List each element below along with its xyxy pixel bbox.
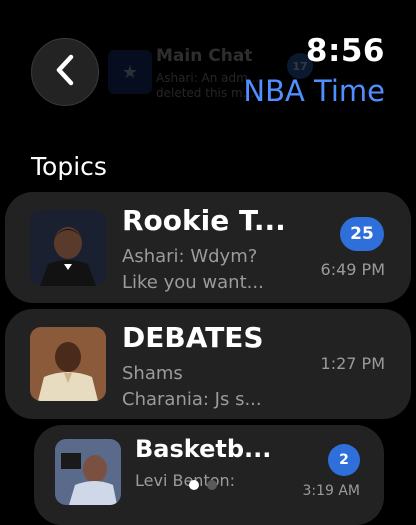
chat-avatar xyxy=(30,210,106,286)
back-button[interactable] xyxy=(31,38,99,106)
chat-preview-line1: Levi Benton: xyxy=(135,471,236,490)
chat-time: 1:27 PM xyxy=(320,354,385,373)
chat-title: Basketb... xyxy=(135,435,272,463)
faded-chat-title: Main Chat xyxy=(156,46,253,66)
chat-item-debates[interactable]: DEBATES Shams Charania: Js s... 1:27 PM xyxy=(5,309,411,419)
unread-badge: 25 xyxy=(340,217,384,251)
chat-time: 3:19 AM xyxy=(302,483,360,499)
app-title: NBA Time xyxy=(243,74,385,108)
page-dot-active xyxy=(189,480,199,490)
chat-time: 6:49 PM xyxy=(320,260,385,279)
chat-preview-line1: Ashari: Wdym? xyxy=(122,246,258,267)
chat-title: Rookie T... xyxy=(122,204,286,237)
section-title: Topics xyxy=(31,152,107,181)
chat-preview-line2: Charania: Js s... xyxy=(122,389,262,410)
star-icon: ★ xyxy=(108,50,152,94)
unread-badge: 2 xyxy=(328,444,360,476)
chevron-left-icon xyxy=(54,54,76,90)
chat-item-rookie[interactable]: Rookie T... Ashari: Wdym? Like you want.… xyxy=(5,192,411,303)
page-dot xyxy=(207,480,217,490)
page-indicator xyxy=(189,480,217,490)
chat-title: DEBATES xyxy=(122,321,264,354)
chat-avatar xyxy=(55,439,121,505)
chat-avatar xyxy=(30,327,106,401)
chat-preview-line1: Shams xyxy=(122,363,183,384)
clock: 8:56 xyxy=(305,33,385,69)
chat-item-basketball[interactable]: Basketb... Levi Benton: 2 3:19 AM xyxy=(34,425,384,525)
chat-preview-line2: Like you want... xyxy=(122,272,264,293)
